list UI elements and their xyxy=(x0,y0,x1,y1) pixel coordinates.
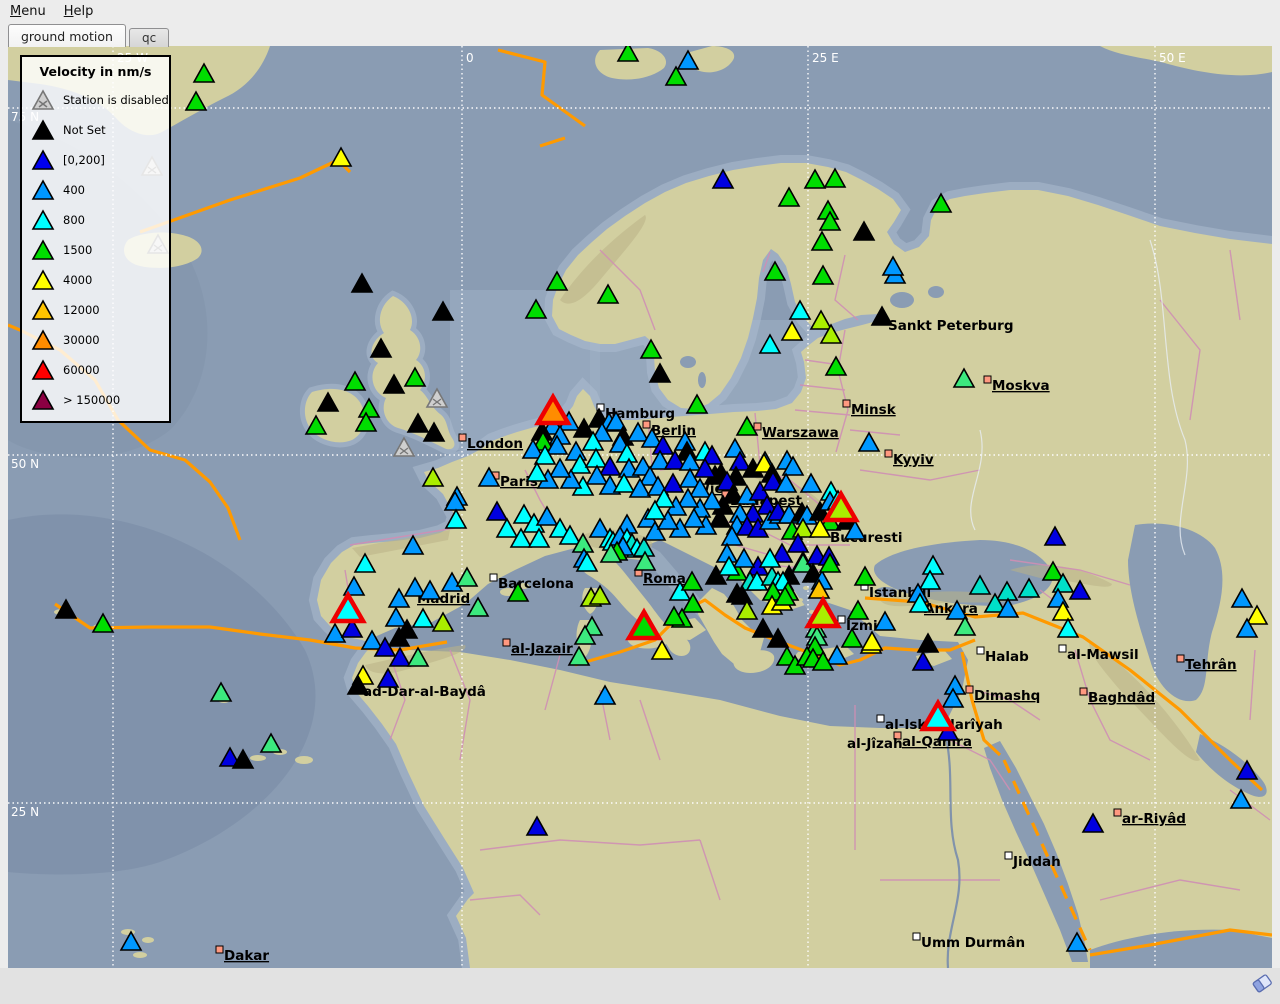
legend-triangle-icon xyxy=(30,298,56,322)
legend-triangle-icon xyxy=(30,178,56,202)
legend-triangle-icon xyxy=(30,118,56,142)
map-view[interactable]: 25 W025 E50 E75 N50 N25 NLondonParisMadr… xyxy=(8,46,1272,968)
city-label: ar-Riyâd xyxy=(1122,811,1186,827)
legend-triangle-icon xyxy=(30,328,56,352)
svg-text:25 E: 25 E xyxy=(812,51,839,65)
legend-triangle-icon xyxy=(30,388,56,412)
city-label: Moskva xyxy=(992,378,1050,394)
svg-text:25 N: 25 N xyxy=(11,805,39,819)
legend-item-label: [0,200] xyxy=(63,153,105,167)
legend-triangle-icon xyxy=(30,238,56,262)
legend-item: 12000 xyxy=(22,295,169,325)
city-label: Dimashq xyxy=(974,688,1040,704)
menu-item-menu[interactable]: Menu xyxy=(2,2,54,21)
city-label: al-Mawsil xyxy=(1067,647,1139,663)
city-label: Warszawa xyxy=(762,425,839,441)
city-label: Sankt Peterburg xyxy=(888,318,1014,334)
legend-item: 400 xyxy=(22,175,169,205)
city-label: Dakar xyxy=(224,948,269,964)
city-label: Bucuresti xyxy=(830,530,902,546)
legend-item-label: Station is disabled xyxy=(63,93,169,107)
legend-item-label: 12000 xyxy=(63,303,100,317)
menu-bar: MenuHelp xyxy=(0,0,1280,22)
city-label: al-Jazair xyxy=(511,641,573,657)
city-label: Umm Durmân xyxy=(921,935,1025,951)
legend-triangle-icon xyxy=(30,148,56,172)
city-label: Barcelona xyxy=(498,576,574,592)
city-label: al-Qahira xyxy=(902,734,972,750)
legend-item: > 150000 xyxy=(22,385,169,415)
city-label: Baghdâd xyxy=(1088,690,1155,706)
legend-item-label: 30000 xyxy=(63,333,100,347)
legend-item: 60000 xyxy=(22,355,169,385)
legend-item-label: Not Set xyxy=(63,123,106,137)
legend-item-label: 400 xyxy=(63,183,85,197)
legend-item: Station is disabled xyxy=(22,85,169,115)
map-legend: Velocity in nm/s Station is disabled Not … xyxy=(20,55,171,423)
svg-text:0: 0 xyxy=(466,51,474,65)
app-window: MenuHelp ground motionqc 25 W025 E50 E75… xyxy=(0,0,1280,1004)
legend-item-label: > 150000 xyxy=(63,393,120,407)
legend-item: 4000 xyxy=(22,265,169,295)
status-bar xyxy=(0,968,1280,1004)
legend-item: [0,200] xyxy=(22,145,169,175)
city-label: al-Jîzah xyxy=(847,736,903,752)
legend-item: 1500 xyxy=(22,235,169,265)
menu-item-help[interactable]: Help xyxy=(56,2,102,21)
legend-triangle-icon xyxy=(30,358,56,382)
legend-triangle-icon xyxy=(30,208,56,232)
tab-qc[interactable]: qc xyxy=(129,28,169,47)
legend-item-label: 1500 xyxy=(63,243,92,257)
city-label: Minsk xyxy=(851,402,897,418)
city-label: Kyyiv xyxy=(893,452,934,468)
legend-item: 800 xyxy=(22,205,169,235)
package-icon xyxy=(1250,971,1274,999)
tab-bar: ground motionqc xyxy=(8,24,169,47)
legend-item: Not Set xyxy=(22,115,169,145)
svg-text:50 E: 50 E xyxy=(1159,51,1186,65)
legend-item-label: 60000 xyxy=(63,363,100,377)
svg-text:50 N: 50 N xyxy=(11,457,39,471)
city-label: Tehrân xyxy=(1185,657,1237,673)
legend-triangle-icon xyxy=(30,268,56,292)
city-label: London xyxy=(467,436,523,452)
city-label: Berlin xyxy=(651,423,696,439)
legend-item: 30000 xyxy=(22,325,169,355)
city-label: Jiddah xyxy=(1012,854,1061,870)
city-label: Halab xyxy=(985,649,1029,665)
legend-title: Velocity in nm/s xyxy=(22,64,169,79)
legend-triangle-icon xyxy=(30,88,56,112)
legend-item-label: 800 xyxy=(63,213,85,227)
tab-ground-motion[interactable]: ground motion xyxy=(8,24,126,47)
legend-item-label: 4000 xyxy=(63,273,92,287)
